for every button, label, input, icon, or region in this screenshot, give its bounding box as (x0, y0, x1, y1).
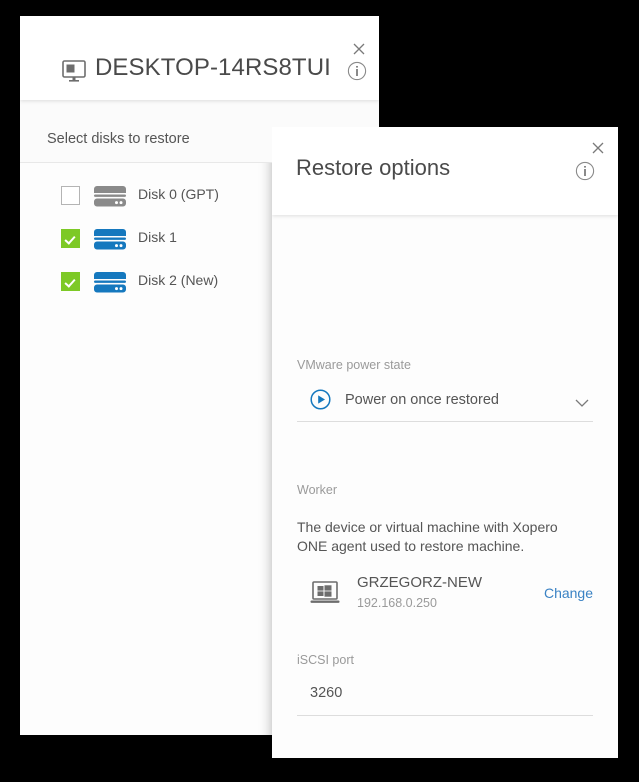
chevron-down-icon[interactable] (575, 394, 589, 407)
close-icon[interactable] (587, 137, 609, 159)
page-title: DESKTOP-14RS8TUI (95, 54, 331, 81)
worker-device-ip: 192.168.0.250 (357, 596, 437, 610)
info-icon[interactable] (347, 61, 367, 81)
power-state-value: Power on once restored (345, 392, 499, 408)
change-worker-link[interactable]: Change (544, 585, 593, 601)
disk-label: Disk 2 (New) (138, 272, 219, 288)
restore-options-body: VMware power state Power on once restore… (272, 215, 618, 758)
worker-description: The device or virtual machine with Xoper… (297, 519, 558, 554)
restore-options-title: Restore options (296, 155, 451, 180)
disk-label: Disk 1 (138, 229, 177, 245)
play-circle-icon (310, 389, 331, 410)
device-title-row: DESKTOP-14RS8TUI (20, 54, 379, 90)
iscsi-port-input[interactable]: 3260 (297, 675, 593, 716)
disk-label: Disk 0 (GPT) (138, 186, 219, 202)
disk-checkbox[interactable] (61, 272, 80, 291)
disk-icon (92, 184, 128, 208)
windows-laptop-icon (310, 580, 340, 606)
power-state-select[interactable]: Power on once restored (297, 383, 593, 422)
worker-device-name: GRZEGORZ-NEW (357, 574, 482, 591)
disk-icon (92, 227, 128, 251)
disk-checkbox[interactable] (61, 229, 80, 248)
disk-icon (92, 270, 128, 294)
power-state-label: VMware power state (297, 358, 411, 372)
disk-section-label: Select disks to restore (47, 131, 190, 147)
info-icon[interactable] (575, 161, 595, 181)
restore-options-header: Restore options (272, 127, 618, 215)
worker-label: Worker (297, 483, 338, 497)
iscsi-port-value: 3260 (310, 685, 343, 701)
iscsi-port-label: iSCSI port (297, 653, 354, 667)
worker-device-row: GRZEGORZ-NEW 192.168.0.250 Change (297, 573, 593, 617)
restore-options-panel: Restore options VMware power state Power… (272, 127, 618, 758)
monitor-icon (62, 60, 86, 82)
disk-checkbox[interactable] (61, 186, 80, 205)
device-panel-header: DESKTOP-14RS8TUI (20, 16, 379, 100)
